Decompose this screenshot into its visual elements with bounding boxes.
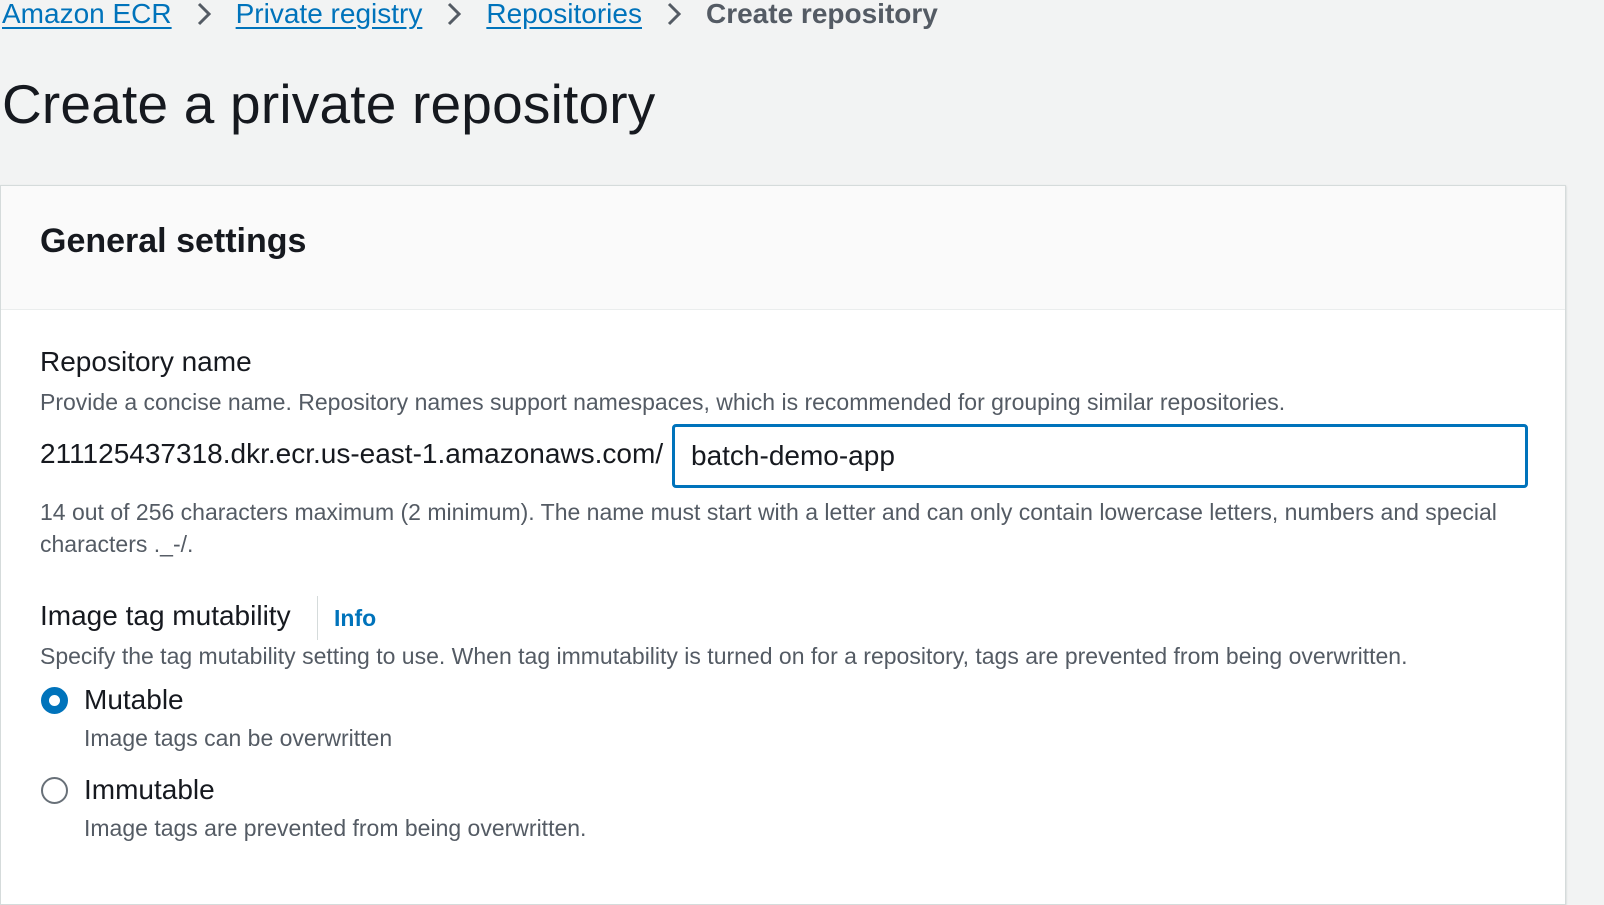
repository-uri-prefix: 211125437318.dkr.ecr.us-east-1.amazonaws…: [40, 438, 664, 469]
breadcrumb-current: Create repository: [705, 0, 938, 29]
breadcrumb-private-registry-link[interactable]: Private registry: [236, 0, 423, 30]
breadcrumb-amazon-ecr-link[interactable]: Amazon ECR: [2, 0, 172, 30]
immutable-radio-label[interactable]: Immutable: [84, 774, 215, 806]
tag-mutability-label: Image tag mutability: [40, 600, 291, 631]
chevron-right-icon: [642, 2, 706, 26]
repository-name-description: Provide a concise name. Repository names…: [40, 389, 1286, 415]
chevron-right-icon: [422, 2, 486, 26]
immutable-radio[interactable]: [41, 777, 68, 804]
breadcrumb: Amazon ECR Private registry Repositories…: [2, 0, 938, 34]
mutable-radio-description: Image tags can be overwritten: [84, 725, 393, 751]
repository-name-input[interactable]: [672, 424, 1528, 488]
chevron-right-icon: [172, 2, 236, 26]
immutable-radio-description: Image tags are prevented from being over…: [84, 815, 587, 841]
tag-mutability-info-link[interactable]: Info: [334, 605, 376, 632]
repository-name-label: Repository name: [40, 346, 252, 377]
repository-name-constraint: 14 out of 256 characters maximum (2 mini…: [40, 499, 1497, 557]
tag-mutability-description: Specify the tag mutability setting to us…: [40, 643, 1408, 669]
breadcrumb-repositories-link[interactable]: Repositories: [486, 0, 642, 30]
panel-title: General settings: [40, 222, 307, 260]
info-divider: [317, 596, 318, 640]
page-title: Create a private repository: [2, 73, 656, 135]
mutable-radio-label[interactable]: Mutable: [84, 684, 184, 716]
mutable-radio[interactable]: [41, 687, 68, 714]
